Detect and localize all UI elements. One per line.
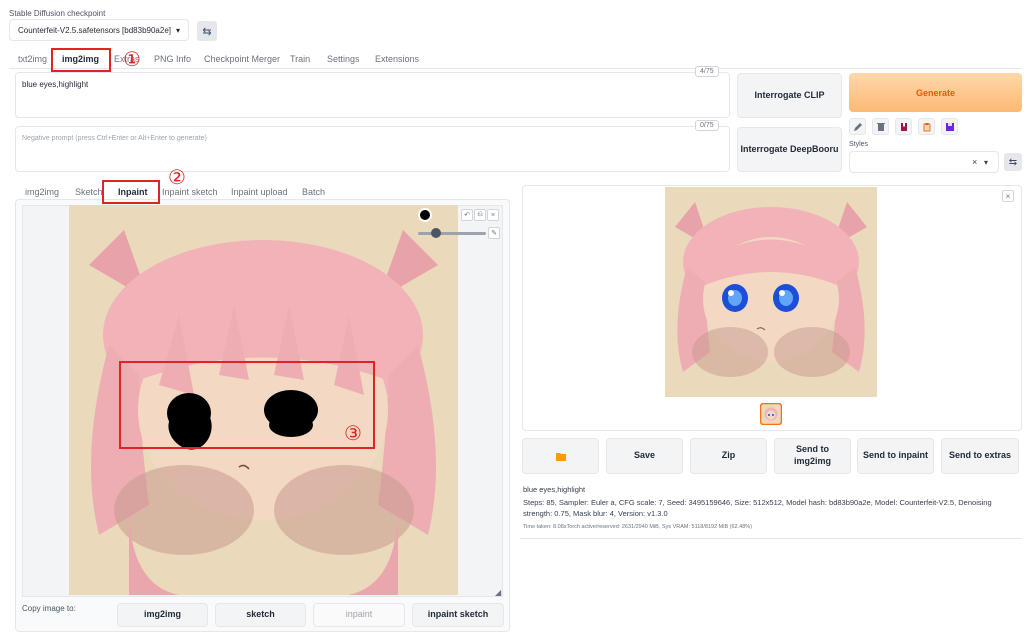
copy-to-inpaint-button[interactable]: inpaint xyxy=(313,603,405,627)
tabs-divider xyxy=(9,68,1022,69)
output-image[interactable] xyxy=(665,187,877,397)
checkpoint-label: Stable Diffusion checkpoint xyxy=(9,9,106,18)
bookmark-icon[interactable] xyxy=(895,118,912,135)
interrogate-deepbooru-button[interactable]: Interrogate DeepBooru xyxy=(737,127,842,172)
save-button[interactable]: Save xyxy=(606,438,683,474)
styles-swap-icon[interactable]: ⇆ xyxy=(1004,153,1022,171)
tab-png-info[interactable]: PNG Info xyxy=(154,54,191,64)
annotation-box-inpaint-tab xyxy=(102,180,160,204)
tab-txt2img[interactable]: txt2img xyxy=(18,54,47,64)
tab-train[interactable]: Train xyxy=(290,54,310,64)
clipboard-icon[interactable] xyxy=(918,118,935,135)
info-params: Steps: 85, Sampler: Euler a, CFG scale: … xyxy=(523,498,992,518)
annotation-box-img2img-tab xyxy=(51,48,111,72)
brush-size-handle[interactable] xyxy=(431,228,441,238)
tab-checkpoint-merger[interactable]: Checkpoint Merger xyxy=(204,54,280,64)
annotation-number-1: ① xyxy=(123,49,141,71)
brush-size-slider[interactable] xyxy=(418,232,486,235)
generate-button[interactable]: Generate xyxy=(849,73,1022,112)
copy-to-sketch-button[interactable]: sketch xyxy=(215,603,306,627)
trash-icon[interactable] xyxy=(872,118,889,135)
brush-color-swatch[interactable] xyxy=(418,208,432,222)
refresh-swap-icon[interactable]: ⇆ xyxy=(197,21,217,41)
prompt-textarea[interactable]: blue eyes,highlight xyxy=(15,72,730,118)
copy-image-to-label: Copy image to: xyxy=(22,604,76,613)
output-thumbnail[interactable] xyxy=(760,403,782,425)
tab-settings[interactable]: Settings xyxy=(327,54,360,64)
copy-to-inpaint-sketch-button[interactable]: inpaint sketch xyxy=(412,603,504,627)
checkpoint-value: Counterfeit-V2.5.safetensors [bd83b90a2e… xyxy=(18,25,171,35)
subtab-img2img[interactable]: img2img xyxy=(25,187,59,197)
styles-label: Styles xyxy=(849,141,869,148)
undo-icon[interactable]: ↶ xyxy=(461,209,473,221)
send-to-inpaint-button[interactable]: Send to inpaint xyxy=(857,438,934,474)
brush-icon[interactable]: ✎ xyxy=(488,227,500,239)
save-icon[interactable] xyxy=(941,118,958,135)
resize-handle-icon[interactable]: ◢ xyxy=(495,588,501,597)
annotation-box-mask-area xyxy=(119,361,375,449)
styles-select[interactable]: × ▾ xyxy=(849,151,999,173)
remove-image-icon[interactable]: × xyxy=(487,209,499,221)
app-root: Stable Diffusion checkpoint Counterfeit-… xyxy=(0,0,1024,633)
open-folder-button[interactable] xyxy=(522,438,599,474)
info-prompt: blue eyes,highlight xyxy=(523,485,586,494)
pencil-icon[interactable] xyxy=(849,118,866,135)
caret-down-icon: ▾ xyxy=(175,25,180,35)
subtab-inpaint-upload[interactable]: Inpaint upload xyxy=(231,187,288,197)
styles-caret-icon: ▾ xyxy=(984,158,989,167)
checkpoint-select[interactable]: Counterfeit-V2.5.safetensors [bd83b90a2e… xyxy=(9,19,189,41)
copy-to-img2img-button[interactable]: img2img xyxy=(117,603,208,627)
clear-canvas-icon[interactable]: ⎌ xyxy=(474,209,486,221)
info-divider xyxy=(520,538,1022,539)
send-to-extras-button[interactable]: Send to extras xyxy=(941,438,1019,474)
tab-extensions[interactable]: Extensions xyxy=(375,54,419,64)
zip-button[interactable]: Zip xyxy=(690,438,767,474)
negative-prompt-token-count: 0/75 xyxy=(695,120,719,131)
folder-icon xyxy=(555,452,566,461)
send-to-img2img-button[interactable]: Send to img2img xyxy=(774,438,851,474)
annotation-number-2: ② xyxy=(168,167,186,189)
styles-clear-icon[interactable]: × xyxy=(972,157,977,167)
subtab-batch[interactable]: Batch xyxy=(302,187,325,197)
prompt-token-count: 4/75 xyxy=(695,66,719,77)
negative-prompt-textarea[interactable]: Negative prompt (press Ctrl+Enter or Alt… xyxy=(15,126,730,172)
subtab-sketch[interactable]: Sketch xyxy=(75,187,103,197)
info-time: Time taken: 8.08sTorch active/reserved: … xyxy=(523,524,752,530)
annotation-number-3: ③ xyxy=(344,423,362,445)
interrogate-clip-button[interactable]: Interrogate CLIP xyxy=(737,73,842,118)
close-icon[interactable]: × xyxy=(1002,190,1014,202)
